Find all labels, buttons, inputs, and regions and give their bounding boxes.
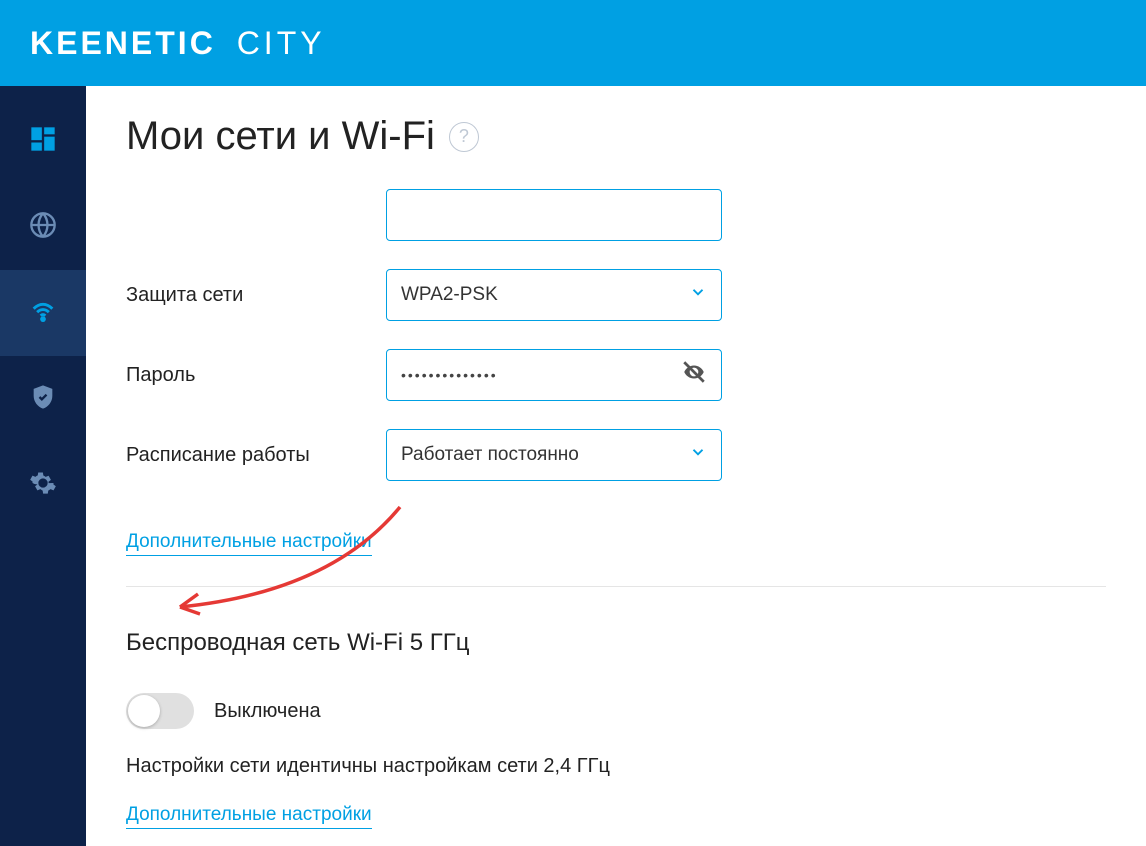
schedule-select[interactable]: Работает постоянно: [386, 429, 722, 481]
shield-icon: [29, 383, 57, 416]
schedule-value: Работает постоянно: [401, 444, 579, 466]
annotation-arrow: [150, 502, 410, 632]
wifi-icon: [29, 297, 57, 330]
chevron-down-icon: [689, 283, 707, 307]
dashboard-icon: [29, 125, 57, 158]
security-select[interactable]: WPA2-PSK: [386, 269, 722, 321]
header: KEENETIC CITY: [0, 0, 1146, 86]
wifi5-section-title: Беспроводная сеть Wi-Fi 5 ГГц: [126, 629, 1106, 657]
divider: [126, 586, 1106, 587]
toggle-knob: [128, 695, 160, 727]
help-icon[interactable]: ?: [449, 122, 479, 152]
sidebar-item-security[interactable]: [0, 356, 86, 442]
wifi5-more-settings-link[interactable]: Дополнительные настройки: [126, 804, 372, 829]
password-label: Пароль: [126, 364, 386, 387]
password-input[interactable]: ••••••••••••••: [386, 349, 722, 401]
sidebar-item-internet[interactable]: [0, 184, 86, 270]
sidebar-item-settings[interactable]: [0, 442, 86, 528]
password-value: ••••••••••••••: [401, 367, 498, 383]
logo-product: CITY: [237, 25, 326, 61]
wifi5-info: Настройки сети идентичны настройкам сети…: [126, 755, 1106, 778]
wifi5-toggle-label: Выключена: [214, 700, 321, 723]
schedule-label: Расписание работы: [126, 444, 386, 467]
ssid-input[interactable]: [386, 189, 722, 241]
security-value: WPA2-PSK: [401, 284, 498, 306]
sidebar: [0, 86, 86, 846]
logo-brand: KEENETIC: [30, 25, 216, 61]
toggle-password-visibility-icon[interactable]: [681, 359, 707, 391]
security-label: Защита сети: [126, 284, 386, 307]
gear-icon: [29, 469, 57, 502]
sidebar-item-dashboard[interactable]: [0, 98, 86, 184]
page-title: Мои сети и Wi-Fi: [126, 114, 435, 159]
globe-icon: [29, 211, 57, 244]
main-content: Мои сети и Wi-Fi ? Защита сети WPA2-PSK …: [86, 86, 1146, 846]
logo: KEENETIC CITY: [30, 25, 326, 62]
wifi5-toggle[interactable]: [126, 693, 194, 729]
more-settings-link[interactable]: Дополнительные настройки: [126, 531, 372, 556]
sidebar-item-wifi[interactable]: [0, 270, 86, 356]
chevron-down-icon: [689, 443, 707, 467]
